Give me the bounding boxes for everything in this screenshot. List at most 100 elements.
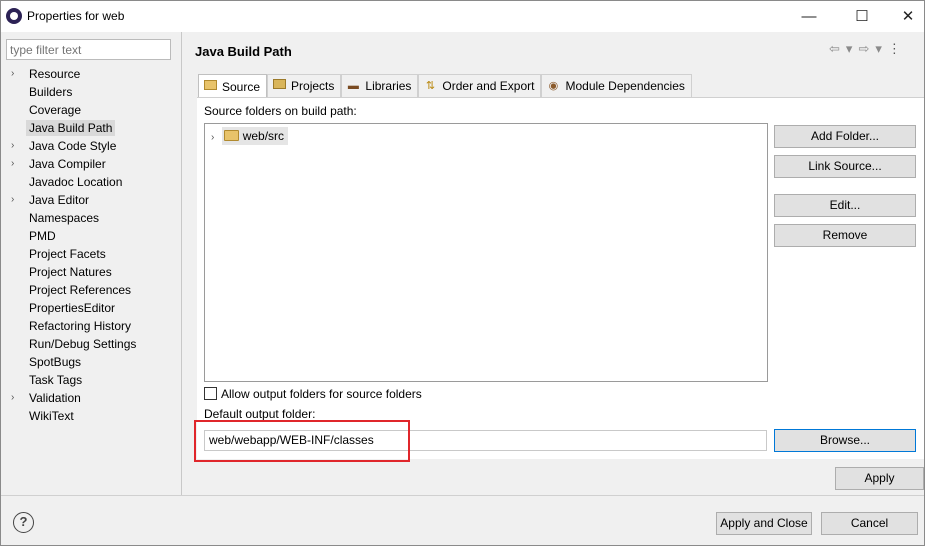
source-folder-icon — [203, 79, 217, 94]
edit-button[interactable]: Edit... — [774, 194, 916, 217]
forward-menu-icon[interactable]: ▾ — [875, 41, 882, 56]
tree-item[interactable]: Refactoring History — [6, 317, 178, 335]
source-tab-panel: Source folders on build path: › web/src … — [197, 97, 924, 459]
close-button[interactable]: ✕ — [885, 1, 931, 32]
apply-and-close-button[interactable]: Apply and Close — [716, 512, 812, 535]
expand-arrow-icon[interactable]: › — [11, 191, 14, 209]
source-folders-tree[interactable]: › web/src — [204, 123, 768, 382]
add-folder-button[interactable]: Add Folder... — [774, 125, 916, 148]
page-title: Java Build Path — [195, 44, 292, 59]
tree-item-label: Resource — [29, 67, 81, 81]
tree-item[interactable]: Project Facets — [6, 245, 178, 263]
filter-input[interactable] — [6, 39, 171, 60]
back-arrow-icon[interactable]: ⇦ — [829, 41, 840, 56]
expand-arrow-icon[interactable]: › — [11, 137, 14, 155]
tab-label: Source — [222, 79, 261, 94]
tree-item-label: Project References — [29, 283, 132, 297]
tab-label: Module Dependencies — [565, 79, 685, 93]
libraries-icon: ▬ — [347, 80, 359, 92]
window-title: Properties for web — [27, 9, 125, 23]
allow-output-checkbox[interactable] — [204, 387, 217, 400]
expand-arrow-icon[interactable]: › — [11, 389, 14, 407]
tree-item-label: PropertiesEditor — [29, 301, 116, 315]
forward-arrow-icon[interactable]: ⇨ — [858, 41, 869, 56]
source-folder-icon — [223, 130, 239, 141]
tree-item[interactable]: › Java Compiler — [6, 155, 178, 173]
source-folder-row[interactable]: › web/src — [211, 127, 289, 145]
link-source-button[interactable]: Link Source... — [774, 155, 916, 178]
splitter[interactable] — [181, 32, 182, 495]
expand-arrow-icon[interactable]: › — [211, 132, 214, 143]
footer-separator — [1, 495, 924, 496]
default-output-label: Default output folder: — [204, 407, 316, 421]
tree-item-label: Javadoc Location — [29, 175, 123, 189]
browse-button[interactable]: Browse... — [774, 429, 916, 452]
order-export-icon: ⇅ — [425, 80, 436, 92]
tree-item[interactable]: Project References — [6, 281, 178, 299]
projects-icon — [272, 79, 286, 93]
tree-item[interactable]: › Java Code Style — [6, 137, 178, 155]
module-icon: ◉ — [548, 80, 559, 92]
remove-button[interactable]: Remove — [774, 224, 916, 247]
title-bar: Properties for web — ☐ ✕ — [1, 1, 924, 32]
tree-item-label: Namespaces — [29, 211, 100, 225]
tree-item-label: SpotBugs — [29, 355, 82, 369]
apply-button[interactable]: Apply — [835, 467, 924, 490]
tree-item-label: Run/Debug Settings — [29, 337, 137, 351]
tree-item-label: PMD — [29, 229, 56, 243]
tree-item[interactable]: Run/Debug Settings — [6, 335, 178, 353]
tree-item[interactable]: Javadoc Location — [6, 173, 178, 191]
tree-item[interactable]: SpotBugs — [6, 353, 178, 371]
tab-label: Libraries — [365, 79, 412, 93]
tree-item[interactable]: Project Natures — [6, 263, 178, 281]
tree-item-label: Validation — [29, 391, 81, 405]
tab-projects[interactable]: Projects — [267, 74, 342, 97]
tree-item[interactable]: › Java Editor — [6, 191, 178, 209]
tab-module-dependencies[interactable]: ◉ Module Dependencies — [541, 74, 692, 97]
tree-item[interactable]: › Resource — [6, 65, 178, 83]
tree-item-label: Java Editor — [29, 193, 90, 207]
back-menu-icon[interactable]: ▾ — [846, 41, 853, 56]
tree-item-label: Refactoring History — [29, 319, 132, 333]
tree-item[interactable]: › Validation — [6, 389, 178, 407]
tree-item-label: Coverage — [29, 103, 82, 117]
tree-item[interactable]: PropertiesEditor — [6, 299, 178, 317]
tree-item-label: Builders — [29, 85, 73, 99]
tree-item-label: Project Facets — [29, 247, 106, 261]
tab-label: Projects — [291, 79, 335, 93]
tree-item[interactable]: WikiText — [6, 407, 178, 425]
maximize-button[interactable]: ☐ — [839, 1, 885, 32]
tree-item[interactable]: Task Tags — [6, 371, 178, 389]
tree-item[interactable]: PMD — [6, 227, 178, 245]
tab-label: Order and Export — [442, 79, 535, 93]
expand-arrow-icon[interactable]: › — [11, 65, 14, 83]
tab-bar: Source Projects ▬ Libraries ⇅ Order and … — [198, 74, 692, 98]
tab-order-export[interactable]: ⇅ Order and Export — [418, 74, 542, 97]
tree-item[interactable]: Namespaces — [6, 209, 178, 227]
source-folder-label: web/src — [242, 129, 285, 143]
tab-libraries[interactable]: ▬ Libraries — [341, 74, 419, 97]
tree-item-label: Java Compiler — [29, 157, 106, 171]
tree-item-label: Java Code Style — [29, 139, 117, 153]
help-icon[interactable]: ? — [13, 512, 34, 533]
tree-item-label: Project Natures — [29, 265, 112, 279]
tree-item[interactable]: Java Build Path — [6, 119, 178, 137]
allow-output-label: Allow output folders for source folders — [221, 387, 422, 401]
tree-item-label: Java Build Path — [26, 120, 116, 136]
minimize-button[interactable]: — — [786, 1, 832, 32]
properties-dialog: Properties for web — ☐ ✕ › Resource Builde… — [0, 0, 925, 546]
cancel-button[interactable]: Cancel — [821, 512, 918, 535]
more-icon[interactable]: ⋮ — [888, 41, 901, 56]
expand-arrow-icon[interactable]: › — [11, 155, 14, 173]
page-nav: ⇦ ▾ ⇨ ▾ ⋮ — [829, 41, 907, 57]
allow-output-row[interactable]: Allow output folders for source folders — [204, 386, 422, 402]
tree-item-label: WikiText — [29, 409, 74, 423]
annotation-highlight-box — [194, 420, 410, 462]
source-folders-label: Source folders on build path: — [204, 104, 357, 118]
tree-item[interactable]: Coverage — [6, 101, 178, 119]
eclipse-icon — [6, 8, 22, 24]
properties-tree: › Resource Builders Coverage Java Build Path… — [6, 65, 178, 425]
tree-item[interactable]: Builders — [6, 83, 178, 101]
tab-source[interactable]: Source — [198, 74, 268, 98]
tree-item-label: Task Tags — [29, 373, 83, 387]
